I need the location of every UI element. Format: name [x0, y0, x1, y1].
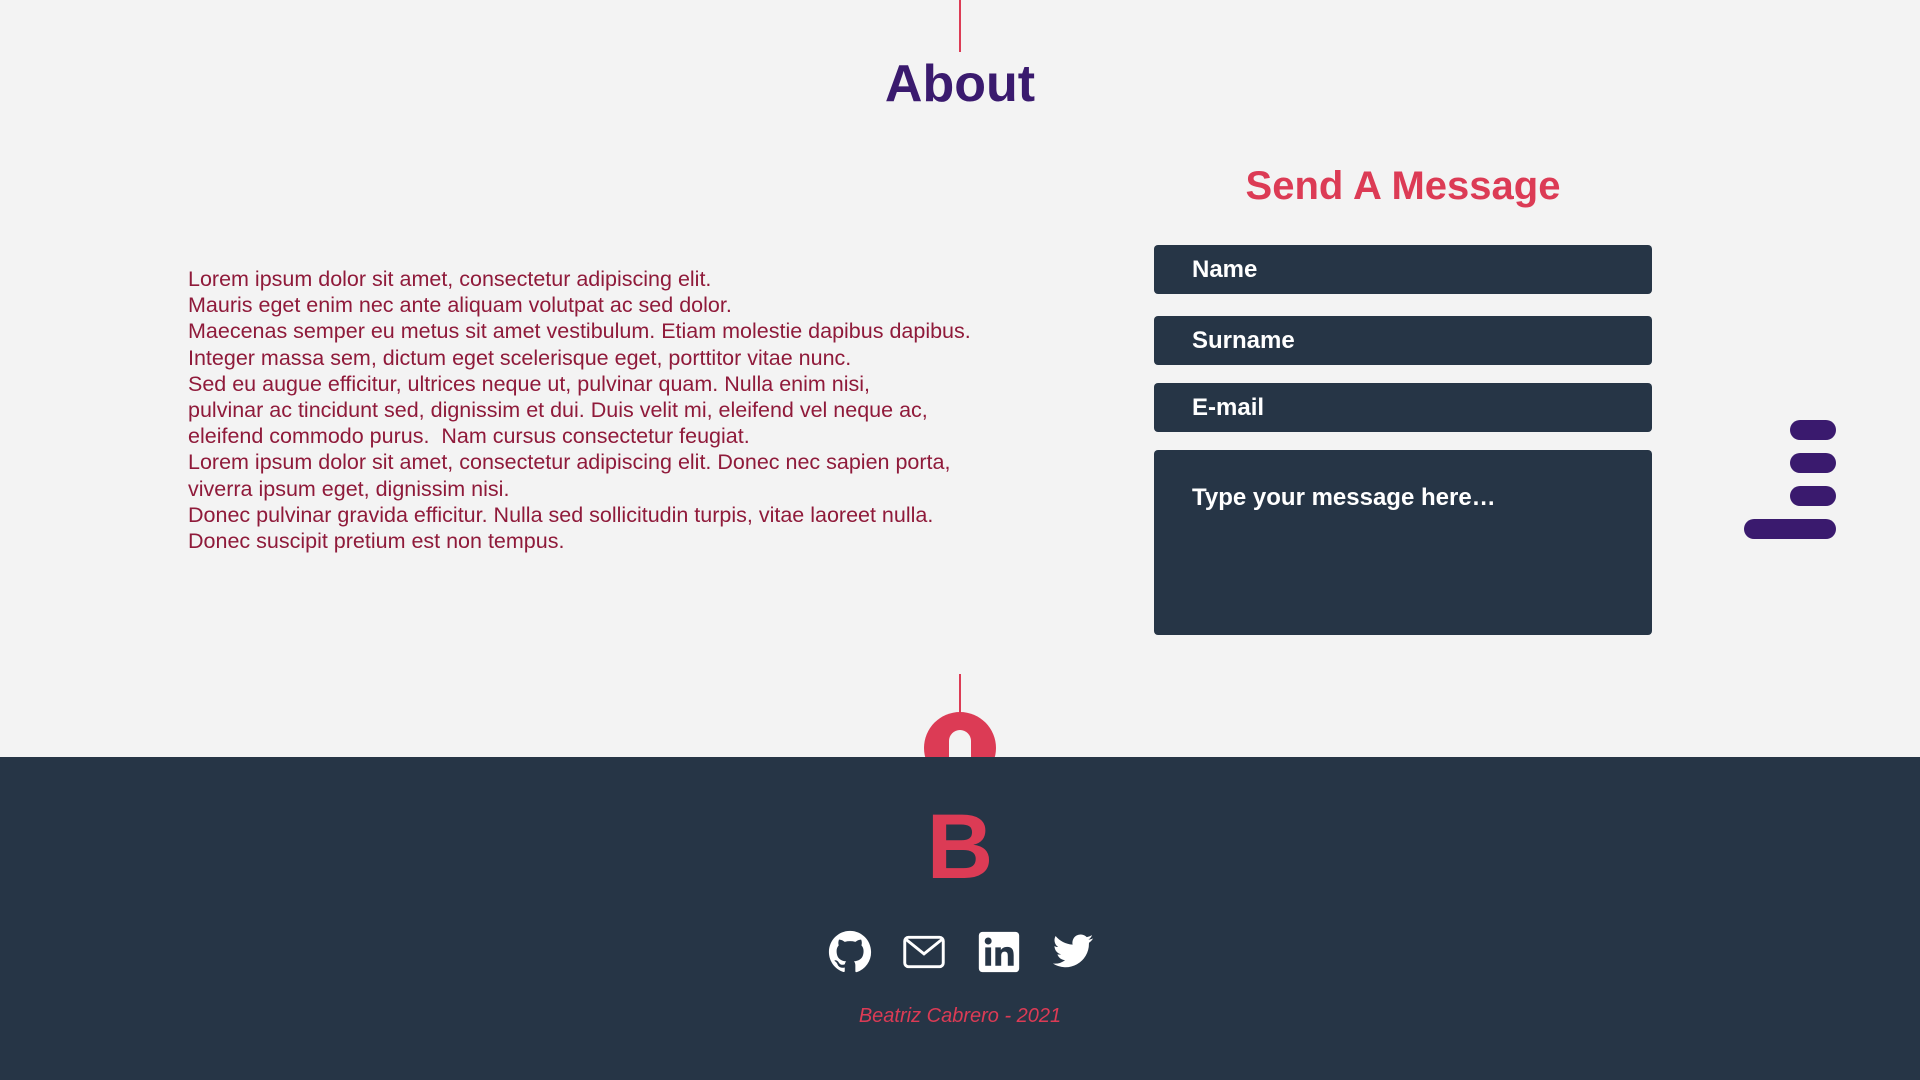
about-line: Lorem ipsum dolor sit amet, consectetur … [188, 267, 712, 291]
menu-bar [1790, 453, 1836, 473]
about-line: pulvinar ac tincidunt sed, dignissim et … [188, 398, 928, 423]
contact-title: Send A Message [1245, 164, 1561, 208]
about-text: Lorem ipsum dolor sit amet, consectetur … [188, 266, 1018, 554]
about-line: Integer massa sem, dictum eget scelerisq… [188, 345, 852, 370]
email-field[interactable]: E-mail [1154, 383, 1652, 432]
footer-logo: B [926, 796, 994, 898]
about-line: Donec pulvinar gravida efficitur. Nulla … [188, 502, 934, 527]
linkedin-icon[interactable] [977, 930, 1021, 974]
social-links [828, 930, 1095, 976]
twitter-icon[interactable] [1051, 930, 1095, 974]
mail-icon[interactable] [902, 930, 946, 974]
menu-bar [1790, 486, 1836, 506]
bottom-divider-line [959, 674, 961, 716]
about-line: Maecenas semper eu metus sit amet vestib… [188, 319, 971, 344]
message-textarea[interactable]: Type your message here… [1154, 450, 1652, 635]
about-line: viverra ipsum eget, dignissim nisi. [188, 476, 510, 501]
menu-bar [1744, 519, 1836, 539]
about-line: eleifend commodo purus. Nam cursus conse… [188, 424, 750, 449]
top-divider-line [959, 0, 961, 52]
menu-bar [1790, 420, 1836, 440]
surname-field[interactable]: Surname [1154, 316, 1652, 365]
github-icon[interactable] [828, 930, 872, 974]
about-line: Donec suscipit pretium est non tempus. [188, 529, 565, 554]
about-title: About [884, 55, 1036, 113]
about-line: Lorem ipsum dolor sit amet, consectetur … [188, 450, 951, 475]
footer-credit: Beatriz Cabrero - 2021 [858, 1005, 1062, 1027]
about-line: Sed eu augue efficitur, ultrices neque u… [188, 371, 871, 396]
about-line: Mauris eget enim nec ante aliquam volutp… [188, 293, 732, 318]
footer: B Beatriz Cabrero - 2021 [0, 757, 1920, 1080]
hamburger-menu-icon[interactable] [1744, 420, 1836, 540]
name-field[interactable]: Name [1154, 245, 1652, 294]
